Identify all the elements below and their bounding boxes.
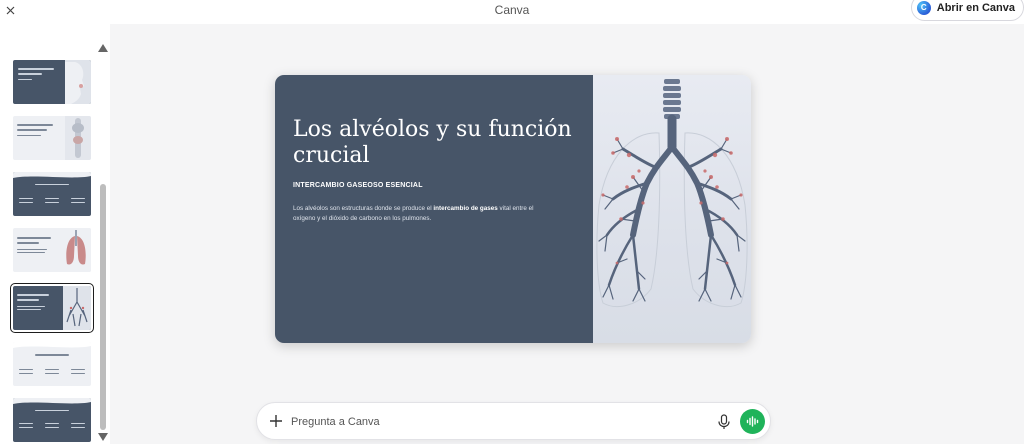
plus-icon[interactable]: [267, 412, 285, 430]
slide-thumbnail-6[interactable]: [13, 342, 91, 386]
voice-wave-icon: [746, 416, 759, 427]
canva-logo-icon: C: [916, 0, 931, 15]
slide-title[interactable]: Los alvéolos y su función crucial: [293, 117, 583, 169]
microphone-icon[interactable]: [717, 414, 731, 430]
open-in-canva-label: Abrir en Canva: [936, 1, 1015, 14]
lungs-color-thumbnail-icon: [61, 228, 91, 272]
slide-thumbnail-7[interactable]: [13, 398, 91, 442]
slide-text-panel: Los alvéolos y su función crucial INTERC…: [275, 75, 593, 343]
voice-button[interactable]: [740, 409, 765, 434]
slide-body-bold: intercambio de gases: [433, 205, 498, 212]
open-in-canva-button[interactable]: C Abrir en Canva: [910, 0, 1024, 21]
top-bar: Canva C Abrir en Canva: [0, 0, 1024, 24]
slide-body-text: Los alvéolos son estructuras donde se pr…: [293, 205, 434, 212]
slide-thumbnail-4[interactable]: [13, 228, 91, 272]
face-profile-thumbnail-icon: [65, 60, 91, 104]
slide-canvas[interactable]: Los alvéolos y su función crucial INTERC…: [275, 75, 751, 343]
larynx-thumbnail-icon: [65, 116, 91, 160]
scrollbar-thumb[interactable]: [100, 184, 106, 430]
slide-body[interactable]: Los alvéolos son estructuras donde se pr…: [293, 204, 555, 224]
ask-canva-input[interactable]: [291, 412, 691, 432]
lungs-image[interactable]: [593, 75, 751, 343]
lungs-branch-thumbnail-icon: [63, 286, 91, 330]
lungs-illustration-icon: [596, 79, 748, 307]
slide-subtitle[interactable]: INTERCAMBIO GASEOSO ESENCIAL: [293, 182, 423, 189]
slides-sidebar: [0, 24, 110, 444]
slide-thumbnail-3[interactable]: [13, 172, 91, 216]
app-title: Canva: [494, 3, 530, 17]
triangle-down-icon[interactable]: [98, 433, 108, 441]
ask-canva-bar: [256, 402, 771, 440]
triangle-up-icon[interactable]: [98, 44, 108, 52]
slide-thumbnail-1[interactable]: [13, 60, 91, 104]
slide-thumbnail-2[interactable]: [13, 116, 91, 160]
slide-thumbnail-5[interactable]: [10, 283, 94, 333]
